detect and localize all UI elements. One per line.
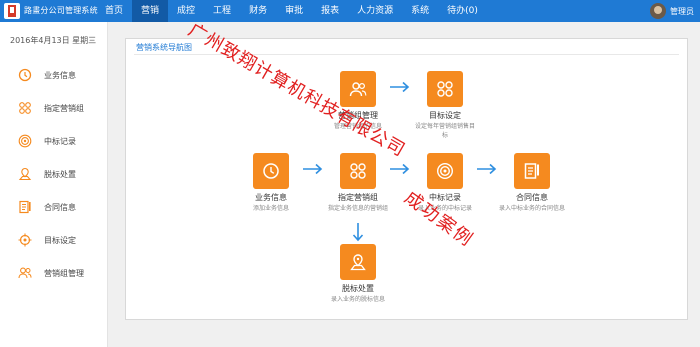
panel-divider xyxy=(134,54,679,55)
nav-engineering[interactable]: 工程 xyxy=(204,0,240,22)
business-info-title[interactable]: 业务信息 xyxy=(226,192,316,203)
sidebar-item-target-setting[interactable]: 目标设定 xyxy=(0,225,108,255)
arrow-right-icon xyxy=(390,163,410,175)
nav-home[interactable]: 首页 xyxy=(96,0,132,22)
lost-bid-desc: 录入业务的脱标信息 xyxy=(330,296,385,303)
users-icon xyxy=(18,267,32,279)
main-nav: 首页 营销 成控 工程 财务 审批 报表 人力资源 系统 待办(0) xyxy=(96,0,487,22)
business-info-node[interactable] xyxy=(253,153,289,189)
sidebar-item-label: 合同信息 xyxy=(44,203,76,212)
crosshair-icon xyxy=(18,233,32,247)
target-setting-node[interactable] xyxy=(427,71,463,107)
sidebar-item-business-info[interactable]: 业务信息 xyxy=(0,60,108,90)
nav-finance[interactable]: 财务 xyxy=(240,0,276,22)
nav-hr[interactable]: 人力资源 xyxy=(348,0,402,22)
arrow-down-icon xyxy=(352,223,364,242)
team-mgmt-title[interactable]: 营销组管理 xyxy=(313,110,403,121)
assign-team-node[interactable] xyxy=(340,153,376,189)
document-icon xyxy=(524,163,539,179)
top-navigation-bar: 路畫分公司管理系统 首页 营销 成控 工程 财务 审批 报表 人力资源 系统 待… xyxy=(0,0,700,22)
sidebar-item-label: 脱标处置 xyxy=(44,170,76,179)
sidebar: 2016年4月13日 星期三 业务信息 指定营销组 中标记录 脱标处置 合同信息… xyxy=(0,22,108,347)
arrow-right-icon xyxy=(390,81,410,93)
sidebar-item-contract[interactable]: 合同信息 xyxy=(0,192,108,222)
bid-record-node[interactable] xyxy=(427,153,463,189)
sidebar-item-assign-team[interactable]: 指定营销组 xyxy=(0,93,108,123)
nav-cost-control[interactable]: 成控 xyxy=(168,0,204,22)
sidebar-item-label: 业务信息 xyxy=(44,71,76,80)
target-icon xyxy=(436,162,454,180)
clock-icon xyxy=(263,163,279,179)
bid-record-desc: 录入业务的中标记录 xyxy=(417,205,472,212)
target-setting-title[interactable]: 目标设定 xyxy=(400,110,490,121)
sidebar-item-label: 指定营销组 xyxy=(44,104,84,113)
sidebar-item-label: 目标设定 xyxy=(44,236,76,245)
group-icon xyxy=(19,102,31,114)
assign-team-title[interactable]: 指定营销组 xyxy=(313,192,403,203)
contract-info-node[interactable] xyxy=(514,153,550,189)
nav-approval[interactable]: 审批 xyxy=(276,0,312,22)
sidebar-item-label: 中标记录 xyxy=(44,137,76,146)
nav-reports[interactable]: 报表 xyxy=(312,0,348,22)
arrow-right-icon xyxy=(303,163,323,175)
sidebar-item-lost-bid[interactable]: 脱标处置 xyxy=(0,159,108,189)
app-title: 路畫分公司管理系统 xyxy=(24,6,98,15)
group-icon xyxy=(437,81,453,97)
panel-title: 营销系统导航图 xyxy=(136,43,192,52)
team-mgmt-node[interactable] xyxy=(340,71,376,107)
current-date: 2016年4月13日 星期三 xyxy=(10,36,97,45)
clock-icon xyxy=(18,68,32,82)
users-icon xyxy=(349,82,367,97)
arrow-right-icon xyxy=(477,163,497,175)
lost-bid-node[interactable] xyxy=(340,244,376,280)
contract-info-desc: 录入中标业务的合同信息 xyxy=(499,205,566,212)
group-icon xyxy=(350,163,366,179)
nav-todo[interactable]: 待办(0) xyxy=(438,0,487,22)
bid-record-title[interactable]: 中标记录 xyxy=(400,192,490,203)
sidebar-item-team-mgmt[interactable]: 营销组管理 xyxy=(0,258,108,288)
nav-marketing[interactable]: 营销 xyxy=(132,0,169,22)
user-name[interactable]: 管理员 xyxy=(670,6,694,17)
sidebar-item-label: 营销组管理 xyxy=(44,269,84,278)
pin-icon xyxy=(350,254,366,271)
lost-bid-title[interactable]: 脱标处置 xyxy=(313,283,403,294)
assign-team-desc: 指定业务信息的营销组 xyxy=(327,205,388,212)
team-mgmt-desc: 管理营销组的信息 xyxy=(333,123,382,130)
nav-system[interactable]: 系统 xyxy=(402,0,438,22)
marketing-navigation-panel: 营销系统导航图 营销组管理 管理营销组的信息 目标设定 设定每年营销组销售目标 … xyxy=(125,38,688,320)
sidebar-item-bid-record[interactable]: 中标记录 xyxy=(0,126,108,156)
target-setting-desc: 设定每年营销组销售目标 xyxy=(414,123,475,139)
company-logo xyxy=(4,3,20,19)
target-icon xyxy=(18,134,32,148)
pin-icon xyxy=(18,167,32,181)
document-icon xyxy=(19,200,31,214)
business-info-desc: 添加业务信息 xyxy=(252,205,289,212)
contract-info-title[interactable]: 合同信息 xyxy=(487,192,577,203)
avatar[interactable] xyxy=(650,3,666,19)
